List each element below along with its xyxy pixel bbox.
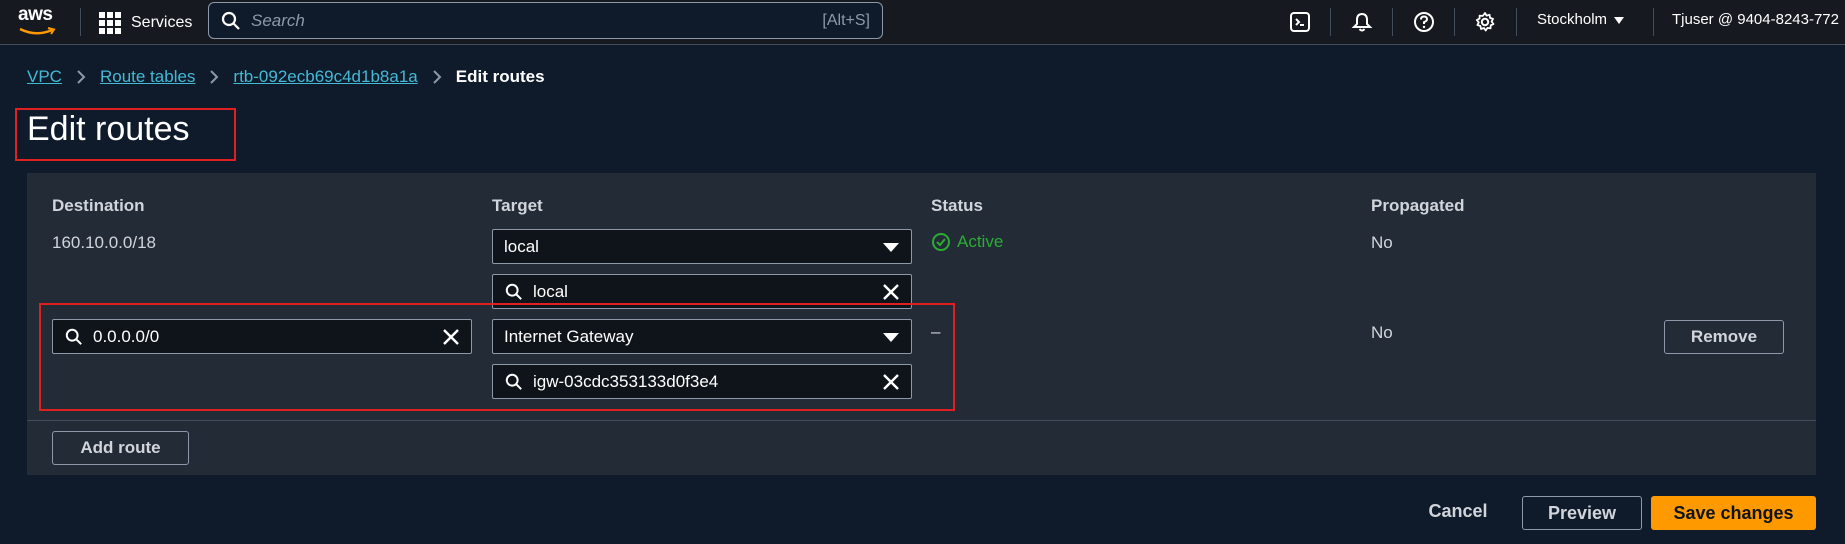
cancel-button[interactable]: Cancel: [1418, 496, 1498, 526]
nav-divider: [1330, 8, 1331, 36]
column-header-destination: Destination: [52, 196, 145, 215]
preview-button[interactable]: Preview: [1522, 496, 1642, 530]
route-2-destination-input-wrapper[interactable]: [52, 319, 472, 354]
global-search[interactable]: [Alt+S]: [208, 2, 883, 39]
add-route-button[interactable]: Add route: [52, 431, 189, 465]
page-title: Edit routes: [27, 110, 190, 148]
route-1-propagated: No: [1371, 233, 1393, 252]
breadcrumb: VPC Route tables rtb-092ecb69c4d1b8a1a E…: [27, 67, 545, 87]
nav-divider: [80, 8, 81, 36]
clear-icon[interactable]: [441, 327, 461, 347]
nav-divider: [1516, 8, 1517, 36]
column-header-propagated: Propagated: [1371, 196, 1465, 215]
caret-down-icon: [1614, 16, 1625, 24]
services-label: Services: [131, 14, 193, 31]
chevron-right-icon: [432, 69, 442, 85]
route-2-status: –: [931, 322, 941, 341]
panel-divider: [27, 420, 1816, 421]
global-search-input[interactable]: [251, 10, 791, 31]
caret-down-icon: [883, 333, 899, 342]
search-icon: [221, 11, 240, 30]
clear-icon[interactable]: [881, 282, 901, 302]
nav-divider: [1454, 8, 1455, 36]
region-selector[interactable]: Stockholm: [1537, 11, 1625, 28]
breadcrumb-link-route-table-id[interactable]: rtb-092ecb69c4d1b8a1a: [233, 67, 417, 87]
cloudshell-icon[interactable]: [1287, 9, 1313, 35]
remove-route-button[interactable]: Remove: [1664, 320, 1784, 354]
chevron-right-icon: [76, 69, 86, 85]
top-navigation: aws Services [Alt+S]: [0, 0, 1845, 45]
aws-smile-icon: [19, 27, 56, 35]
route-2-propagated: No: [1371, 323, 1393, 342]
route-1-status: Active: [931, 232, 1003, 252]
clear-icon[interactable]: [881, 372, 901, 392]
search-icon: [505, 373, 522, 390]
nav-divider: [1392, 8, 1393, 36]
caret-down-icon: [883, 243, 899, 252]
search-icon: [65, 328, 82, 345]
notifications-bell-icon[interactable]: [1349, 9, 1375, 35]
services-grid-icon: [99, 12, 121, 34]
column-header-target: Target: [492, 196, 543, 215]
route-2-target-search-input[interactable]: [533, 371, 873, 392]
success-check-icon: [932, 233, 950, 251]
services-menu-button[interactable]: Services: [99, 10, 192, 36]
aws-logo[interactable]: aws: [18, 5, 64, 39]
account-menu[interactable]: Tjuser @ 9404-8243-772: [1672, 11, 1839, 28]
route-2-target-value: Internet Gateway: [504, 326, 634, 346]
settings-gear-icon[interactable]: [1472, 9, 1498, 35]
breadcrumb-link-route-tables[interactable]: Route tables: [100, 67, 195, 87]
route-1-target-select[interactable]: local: [492, 229, 912, 264]
region-label: Stockholm: [1537, 11, 1608, 28]
route-1-status-text: Active: [957, 232, 1004, 251]
route-1-destination: 160.10.0.0/18: [52, 233, 156, 252]
route-2-target-select[interactable]: Internet Gateway: [492, 319, 912, 354]
column-header-status: Status: [931, 196, 983, 215]
route-2-destination-input[interactable]: [93, 326, 433, 347]
breadcrumb-current: Edit routes: [455, 67, 545, 86]
chevron-right-icon: [209, 69, 219, 85]
route-1-target-search-input[interactable]: [533, 281, 873, 302]
route-1-target-value: local: [504, 236, 539, 256]
help-icon[interactable]: [1411, 9, 1437, 35]
breadcrumb-link-vpc[interactable]: VPC: [27, 67, 62, 87]
save-changes-button[interactable]: Save changes: [1651, 496, 1816, 530]
route-2-target-search[interactable]: [492, 364, 912, 399]
search-icon: [505, 283, 522, 300]
nav-divider: [1653, 8, 1654, 36]
search-shortcut-hint: [Alt+S]: [822, 12, 870, 29]
aws-logo-text: aws: [18, 4, 53, 25]
